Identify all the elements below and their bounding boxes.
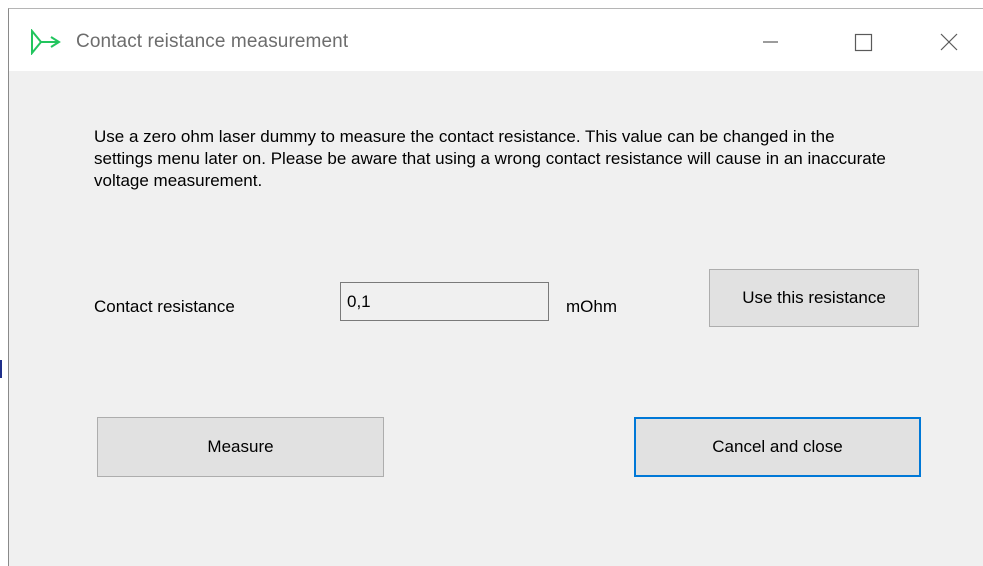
contact-resistance-label: Contact resistance <box>94 297 235 316</box>
dialog-window: Contact reistance measurement Use a zero… <box>8 8 983 566</box>
cancel-and-close-button[interactable]: Cancel and close <box>634 417 921 477</box>
close-icon[interactable] <box>926 19 972 65</box>
app-icon <box>31 29 61 55</box>
use-this-resistance-button[interactable]: Use this resistance <box>709 269 919 327</box>
maximize-icon[interactable] <box>840 19 886 65</box>
contact-resistance-input[interactable] <box>340 282 549 321</box>
minimize-icon[interactable] <box>747 19 793 65</box>
measure-button[interactable]: Measure <box>97 417 384 477</box>
resistance-unit-label: mOhm <box>566 297 617 316</box>
edge-mark <box>0 360 2 378</box>
title-bar: Contact reistance measurement <box>9 9 983 71</box>
instructions-text: Use a zero ohm laser dummy to measure th… <box>94 127 886 190</box>
window-title: Contact reistance measurement <box>76 31 349 52</box>
